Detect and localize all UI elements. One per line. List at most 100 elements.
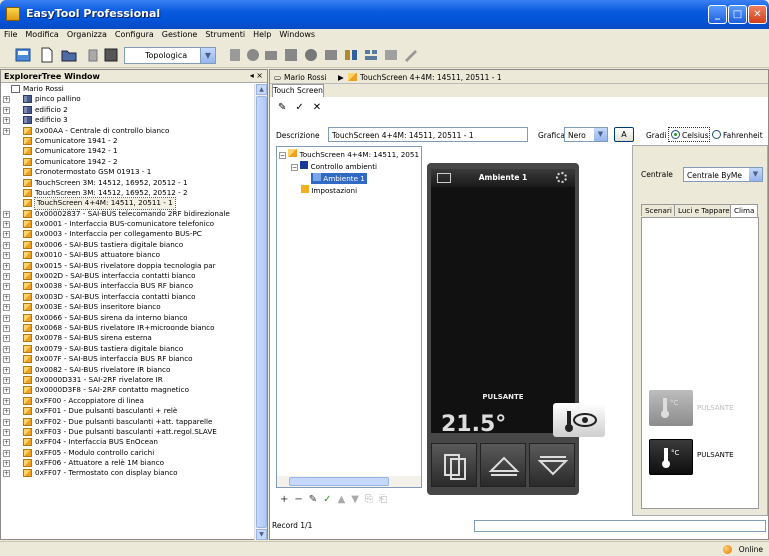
expand-icon[interactable]: +: [3, 127, 10, 135]
tree-item[interactable]: Mario Rossi: [1, 84, 255, 94]
add-icon[interactable]: +: [280, 494, 288, 505]
tree-item-selected[interactable]: TouchScreen 4+4M: 14511, 20511 - 1: [1, 197, 255, 210]
tree-item[interactable]: +0x0079 - SAI-BUS tastiera digitale bian…: [1, 344, 255, 354]
maximize-button[interactable]: □: [728, 5, 747, 24]
tab-scenari[interactable]: Scenari: [641, 204, 676, 216]
expand-icon[interactable]: +: [3, 252, 10, 260]
network-icon[interactable]: [244, 46, 262, 64]
expand-icon[interactable]: +: [3, 335, 10, 343]
tree-item[interactable]: − TouchScreen 4+4M: 14511, 2051: [279, 149, 419, 160]
fahrenheit-radio[interactable]: [712, 130, 721, 139]
collapse-icon[interactable]: −: [291, 164, 298, 171]
grafica-select[interactable]: Nero ▼: [564, 127, 608, 142]
tree-item[interactable]: +0xFF06 - Attuatore a relè 1M bianco: [1, 458, 255, 468]
tree-item[interactable]: +0xFF05 - Modulo controllo carichi: [1, 448, 255, 458]
button-preview-enabled[interactable]: °C: [649, 439, 693, 475]
expand-icon[interactable]: +: [3, 304, 10, 312]
tree-item[interactable]: +0x0015 - SAI-BUS rivelatore doppia tecn…: [1, 261, 255, 271]
tree-item[interactable]: +0x003D - SAI-BUS interfaccia contatti b…: [1, 292, 255, 302]
view-select[interactable]: Topologica ▼: [124, 47, 216, 64]
expand-icon[interactable]: +: [3, 387, 10, 395]
explorer-pin-close-icon[interactable]: ◂ ×: [250, 71, 263, 80]
celsius-radio[interactable]: [671, 130, 680, 139]
open-folder-icon[interactable]: [60, 46, 78, 64]
grid-icon[interactable]: [362, 46, 380, 64]
menu-file[interactable]: File: [0, 29, 21, 39]
tree-item[interactable]: +0x0000D331 - SAI-2RF rivelatore IR: [1, 375, 255, 385]
tree-item[interactable]: +0x0068 - SAI-BUS rivelatore IR+microond…: [1, 323, 255, 333]
tab-touch-screen[interactable]: Touch Screen: [272, 84, 324, 97]
delete-icon[interactable]: [84, 46, 102, 64]
sensor-icon[interactable]: [302, 46, 320, 64]
tree-item[interactable]: − Controllo ambienti: [291, 161, 377, 172]
edit-icon[interactable]: ✎: [309, 494, 317, 505]
expand-icon[interactable]: +: [3, 117, 10, 125]
expand-icon[interactable]: +: [3, 449, 10, 457]
expand-icon[interactable]: +: [3, 241, 10, 249]
confirm-icon[interactable]: ✓: [323, 494, 331, 505]
copy-icon[interactable]: ⎘: [365, 494, 373, 505]
expand-icon[interactable]: +: [3, 470, 10, 478]
menu-help[interactable]: Help: [249, 29, 275, 39]
new-document-icon[interactable]: [38, 46, 56, 64]
collapse-icon[interactable]: −: [279, 152, 286, 159]
scroll-up-icon[interactable]: ▲: [256, 84, 267, 95]
menu-organizza[interactable]: Organizza: [63, 29, 111, 39]
expand-icon[interactable]: +: [3, 460, 10, 468]
table-icon[interactable]: [382, 46, 400, 64]
new-project-icon[interactable]: [14, 46, 32, 64]
device-icon[interactable]: [226, 46, 244, 64]
tree-item[interactable]: +0x0001 - Interfaccia BUS-comunicatore t…: [1, 219, 255, 229]
scroll-down-icon[interactable]: ▼: [256, 529, 267, 540]
tree-item[interactable]: +0xFF04 - Interfaccia BUS EnOcean: [1, 437, 255, 447]
pages-button[interactable]: [431, 443, 477, 487]
tree-item[interactable]: +0x0066 - SAI-BUS sirena da interno bian…: [1, 313, 255, 323]
actuator-icon[interactable]: [322, 46, 340, 64]
tree-item[interactable]: +0xFF02 - Due pulsanti basculanti +att. …: [1, 417, 255, 427]
tree-item[interactable]: +0x00002837 - SAI-BUS telecomando 2RF bi…: [1, 209, 255, 219]
menu-modifica[interactable]: Modifica: [21, 29, 62, 39]
tools-icon[interactable]: [402, 46, 420, 64]
expand-icon[interactable]: +: [3, 418, 10, 426]
module-icon[interactable]: [262, 46, 280, 64]
expand-icon[interactable]: +: [3, 439, 10, 447]
tree-item[interactable]: TouchScreen 3M: 14512, 16952, 20512 - 2: [1, 188, 255, 198]
minimize-button[interactable]: _: [708, 5, 727, 24]
edit-icon[interactable]: ✎: [278, 102, 286, 113]
breadcrumb-device[interactable]: TouchScreen 4+4M: 14511, 20511 - 1: [360, 73, 502, 82]
tree-item[interactable]: +0x0078 - SAI-BUS sirena esterna: [1, 333, 255, 343]
expand-icon[interactable]: +: [3, 314, 10, 322]
expand-icon[interactable]: +: [3, 397, 10, 405]
expand-icon[interactable]: +: [3, 231, 10, 239]
properties-icon[interactable]: [102, 46, 120, 64]
expand-icon[interactable]: +: [3, 273, 10, 281]
thermo-eye-button[interactable]: [553, 403, 605, 437]
expand-icon[interactable]: +: [3, 324, 10, 332]
expand-icon[interactable]: +: [3, 106, 10, 114]
scroll-thumb[interactable]: [256, 96, 267, 528]
tree-item[interactable]: +0xFF00 - Accoppiatore di linea: [1, 396, 255, 406]
font-button[interactable]: A: [614, 127, 634, 142]
tree-item-selected[interactable]: Ambiente 1: [311, 173, 367, 184]
expand-icon[interactable]: +: [3, 376, 10, 384]
tree-item[interactable]: +0x0000D3F8 - SAI-2RF contatto magnetico: [1, 385, 255, 395]
menu-configura[interactable]: Configura: [111, 29, 158, 39]
tree-item[interactable]: Impostazioni: [301, 185, 357, 196]
remove-icon[interactable]: −: [294, 494, 302, 505]
cancel-icon[interactable]: ✕: [313, 102, 321, 113]
confirm-icon[interactable]: ✓: [295, 102, 303, 113]
screen-tree-scrollbar[interactable]: [277, 476, 421, 487]
scroll-thumb[interactable]: [289, 477, 389, 486]
expand-icon[interactable]: +: [3, 283, 10, 291]
tree-item[interactable]: Comunicatore 1942 - 2: [1, 157, 255, 167]
tree-item[interactable]: +0x00AA - Centrale di controllo bianco: [1, 126, 255, 136]
menu-gestione[interactable]: Gestione: [158, 29, 202, 39]
expand-icon[interactable]: +: [3, 428, 10, 436]
centrale-select[interactable]: Centrale ByMe ▼: [683, 167, 763, 182]
menu-strumenti[interactable]: Strumenti: [201, 29, 249, 39]
expand-icon[interactable]: +: [3, 210, 10, 218]
tree-item[interactable]: +0x0082 - SAI-BUS rivelatore IR bianco: [1, 365, 255, 375]
move-down-icon[interactable]: ▼: [351, 494, 359, 505]
expand-icon[interactable]: +: [3, 262, 10, 270]
descrizione-field[interactable]: TouchScreen 4+4M: 14511, 20511 - 1: [328, 127, 528, 142]
